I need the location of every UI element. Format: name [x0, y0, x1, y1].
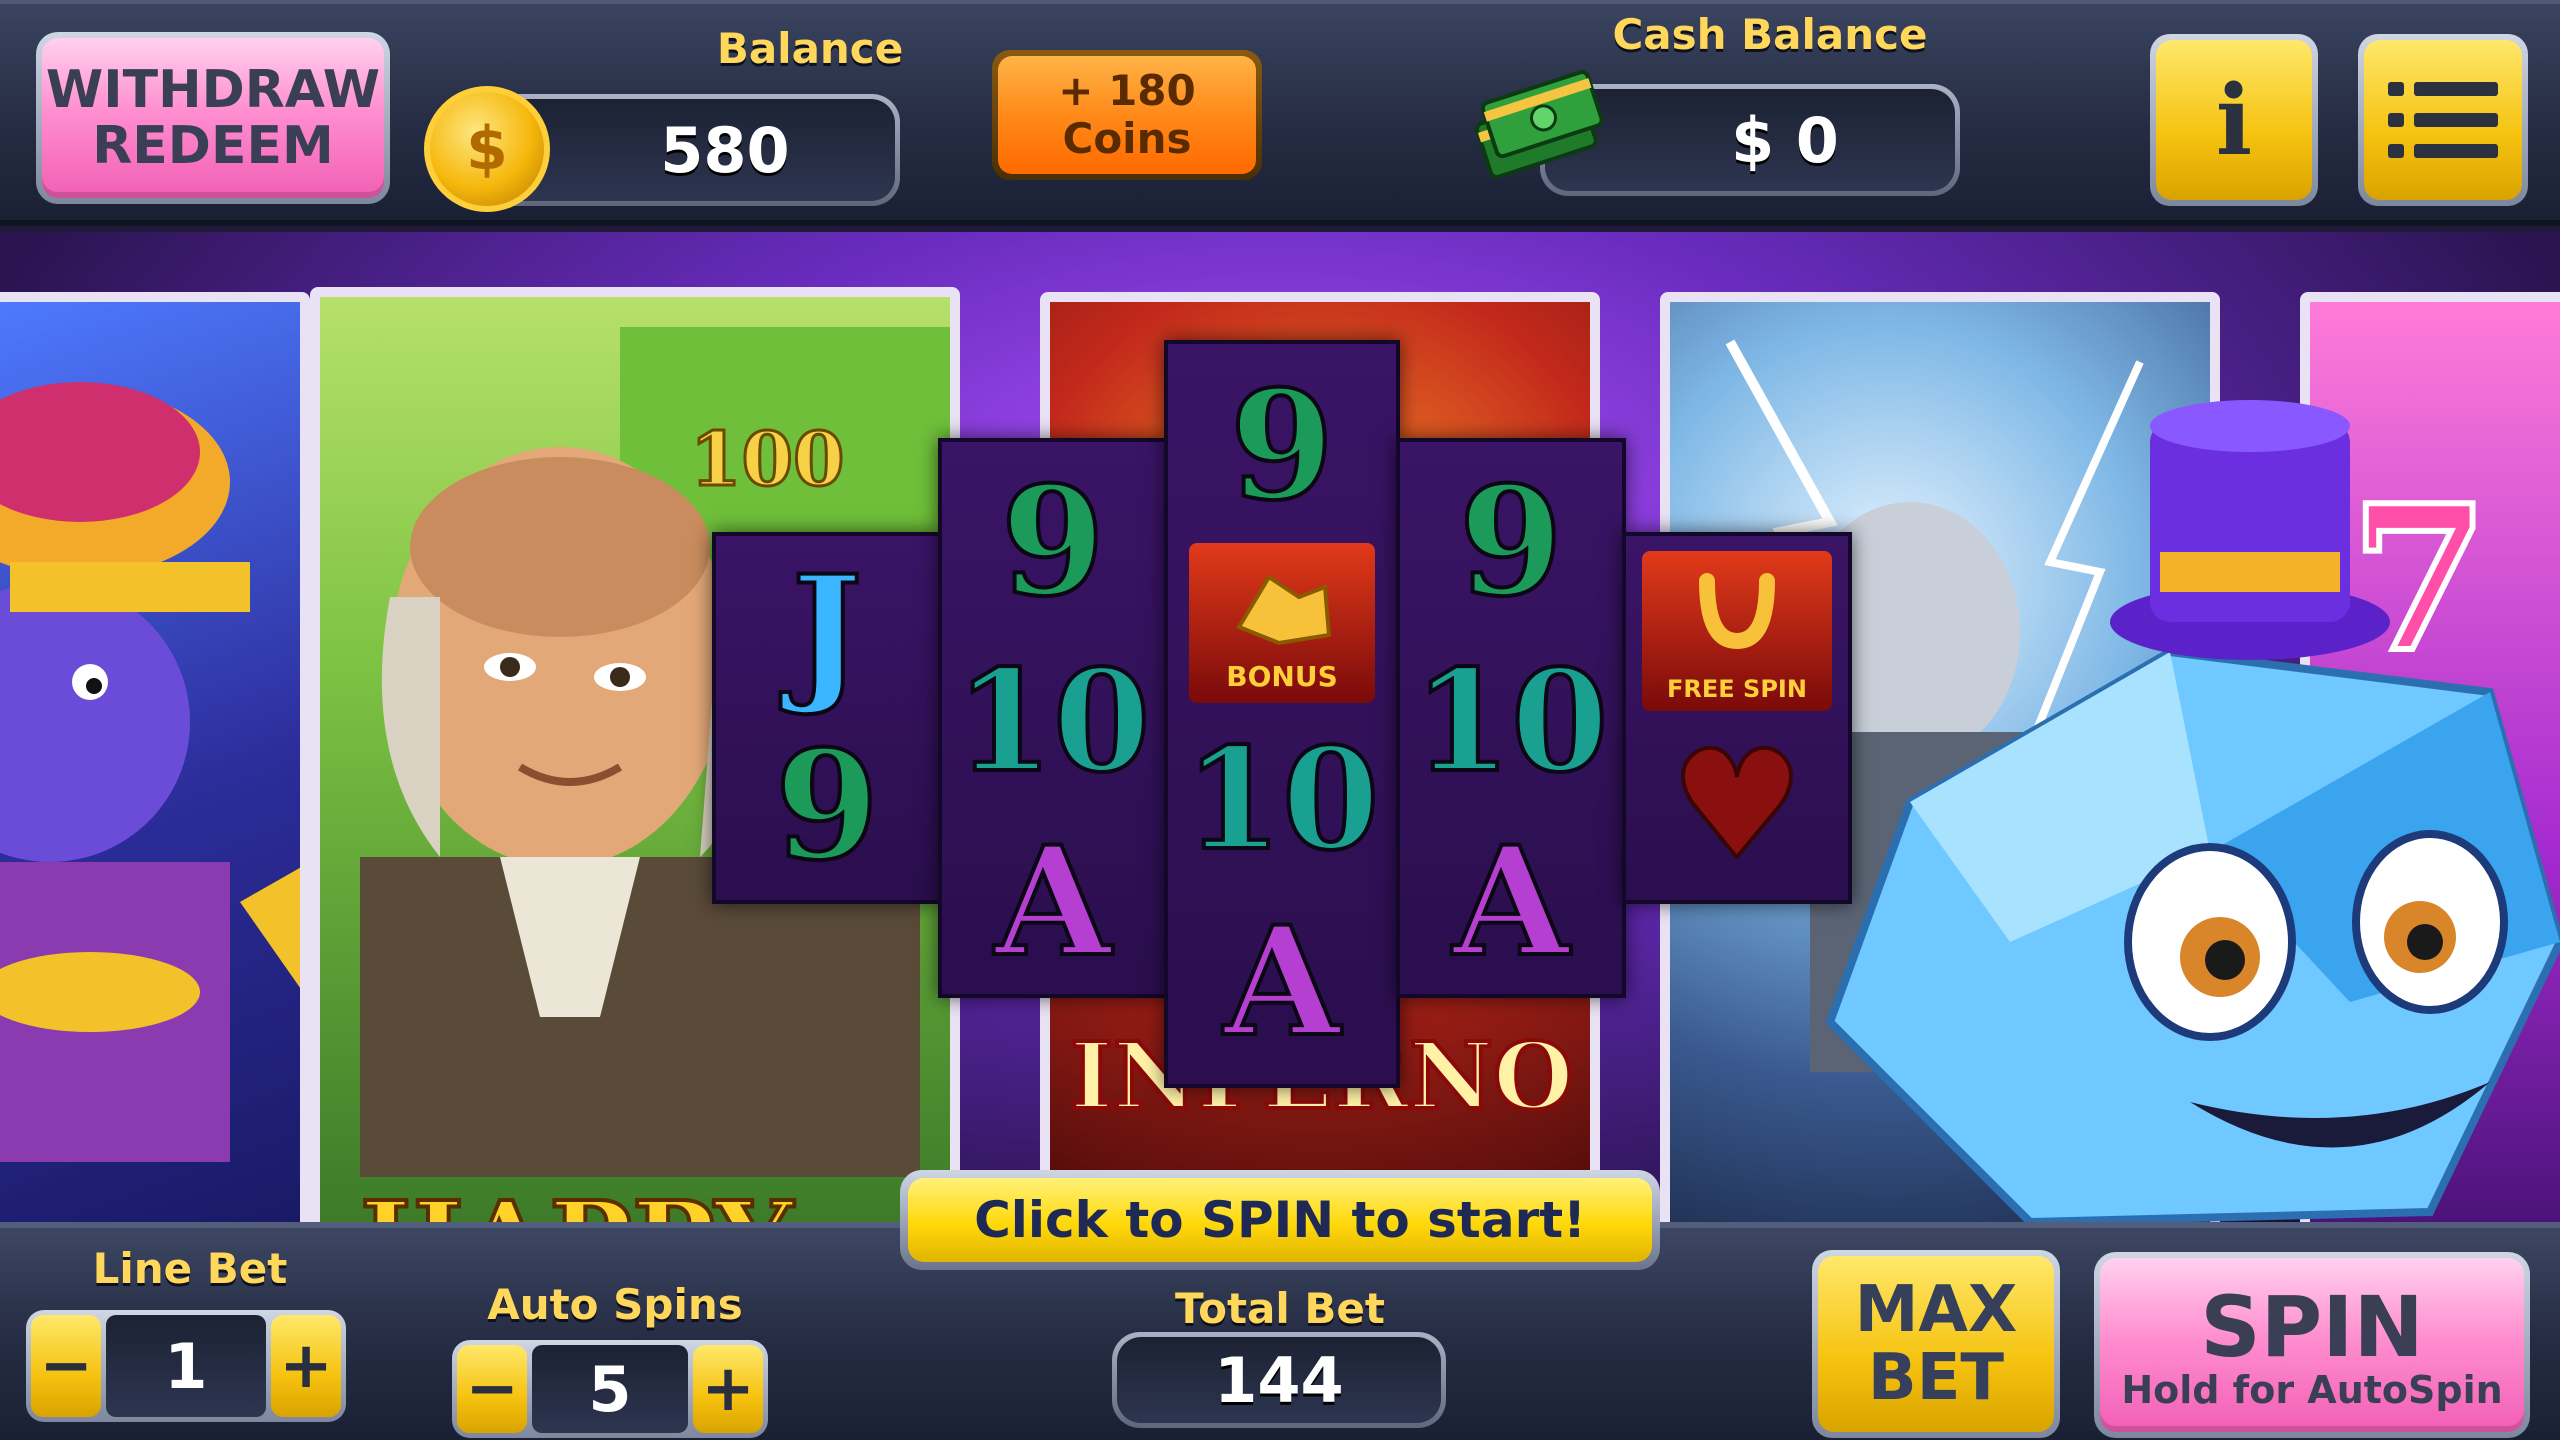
reel-5: FREE SPIN ♥: [1622, 532, 1852, 904]
coin-icon: $: [424, 86, 550, 212]
reel-3: 9 BONUS 10 A: [1164, 340, 1400, 1088]
genie-icon: [0, 382, 300, 1162]
line-bet-minus-button[interactable]: −: [31, 1315, 101, 1417]
bonus-symbol: BONUS: [1189, 543, 1375, 703]
spin-prompt-text: Click to SPIN to start!: [908, 1178, 1652, 1262]
reel-4: 9 10 A: [1396, 438, 1626, 998]
cash-balance-label: Cash Balance: [1612, 10, 1928, 59]
symbol-10: 10: [1183, 716, 1382, 884]
symbol-9: 9: [999, 452, 1107, 632]
line-bet-plus-button[interactable]: +: [271, 1315, 341, 1417]
free-spin-label: FREE SPIN: [1667, 675, 1807, 703]
top-bar: WITHDRAW REDEEM Balance 580 $ + 180 Coin…: [0, 0, 2560, 226]
auto-spins-minus-button[interactable]: −: [457, 1345, 527, 1433]
buy-coins-button[interactable]: + 180 Coins: [992, 50, 1262, 180]
total-bet-value: 144: [1117, 1337, 1441, 1423]
cash-stack-icon: [1475, 70, 1604, 180]
max-bet-line1: MAX: [1854, 1273, 2018, 1347]
auto-spins-label: Auto Spins: [487, 1280, 743, 1329]
info-icon: i: [2156, 40, 2312, 200]
total-bet-label: Total Bet: [1175, 1284, 1385, 1333]
symbol-9: 9: [1228, 356, 1336, 536]
horseshoe-icon: [1699, 573, 1775, 650]
redeem-label: REDEEM: [92, 116, 334, 176]
auto-spins-plus-button[interactable]: +: [693, 1345, 763, 1433]
balance-label: Balance: [716, 24, 904, 73]
heart-symbol: ♥: [1668, 717, 1806, 895]
reel-1: J 9: [712, 532, 942, 904]
symbol-9: 9: [1457, 452, 1565, 632]
bonus-label: BONUS: [1226, 660, 1338, 693]
max-bet-line2: BET: [1867, 1341, 2005, 1415]
line-bet-value: 1: [106, 1315, 266, 1417]
line-bet-stepper: − 1 +: [26, 1310, 346, 1422]
slot-game-screen: WITHDRAW REDEEM Balance 580 $ + 180 Coin…: [0, 0, 2560, 1440]
coins-amount: + 180: [1058, 66, 1196, 115]
genie-game-tile[interactable]: [0, 292, 310, 1222]
max-bet-button[interactable]: MAX BET: [1812, 1250, 2060, 1438]
symbol-10: 10: [954, 638, 1153, 806]
menu-list-icon: [2364, 40, 2522, 200]
diamond-mascot-icon: [1825, 400, 2560, 1222]
reel-2: 9 10 A: [938, 438, 1168, 998]
symbol-10: 10: [1412, 638, 1611, 806]
symbol-9: 9: [773, 716, 881, 896]
menu-button[interactable]: [2358, 34, 2528, 206]
line-bet-label: Line Bet: [92, 1244, 288, 1293]
spin-hold-hint: Hold for AutoSpin: [2121, 1368, 2503, 1412]
bill-number: 100: [688, 416, 845, 505]
gold-nugget-icon: [1236, 574, 1332, 646]
happy-title: HAPPY: [358, 1175, 795, 1222]
auto-spins-value: 5: [532, 1345, 688, 1433]
coins-label: Coins: [1062, 114, 1192, 163]
withdraw-label: WITHDRAW: [45, 60, 381, 120]
spin-prompt-banner: Click to SPIN to start!: [900, 1170, 1660, 1270]
symbol-a: A: [993, 812, 1113, 992]
spin-label: SPIN: [2200, 1278, 2424, 1376]
free-spin-symbol: FREE SPIN: [1642, 551, 1832, 711]
auto-spins-stepper: − 5 +: [452, 1340, 768, 1438]
symbol-j: J: [790, 541, 865, 721]
spin-button[interactable]: SPIN Hold for AutoSpin: [2094, 1252, 2530, 1438]
symbol-a: A: [1222, 892, 1342, 1072]
symbol-a: A: [1451, 812, 1571, 992]
info-button[interactable]: i: [2150, 34, 2318, 206]
game-lobby-area: 100 HAPPY INFERNO 7: [0, 232, 2560, 1222]
withdraw-redeem-button[interactable]: WITHDRAW REDEEM: [36, 32, 390, 204]
total-bet-display: 144: [1112, 1332, 1446, 1428]
